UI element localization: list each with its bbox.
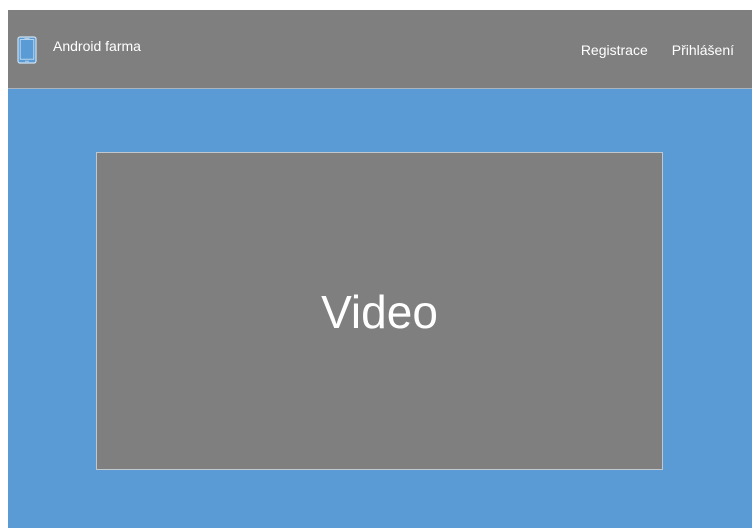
register-link[interactable]: Registrace [581, 41, 648, 59]
login-link[interactable]: Přihlášení [672, 41, 734, 59]
video-placeholder[interactable]: Video [96, 152, 663, 470]
brand-name: Android farma [53, 38, 141, 54]
nav-links: Registrace Přihlášení [581, 40, 752, 60]
top-navbar: Android farma Registrace Přihlášení [8, 10, 752, 89]
tablet-icon [17, 36, 37, 64]
video-label: Video [321, 286, 438, 338]
brand[interactable]: Android farma [17, 35, 141, 65]
page-frame: Android farma Registrace Přihlášení Vide… [8, 10, 752, 528]
